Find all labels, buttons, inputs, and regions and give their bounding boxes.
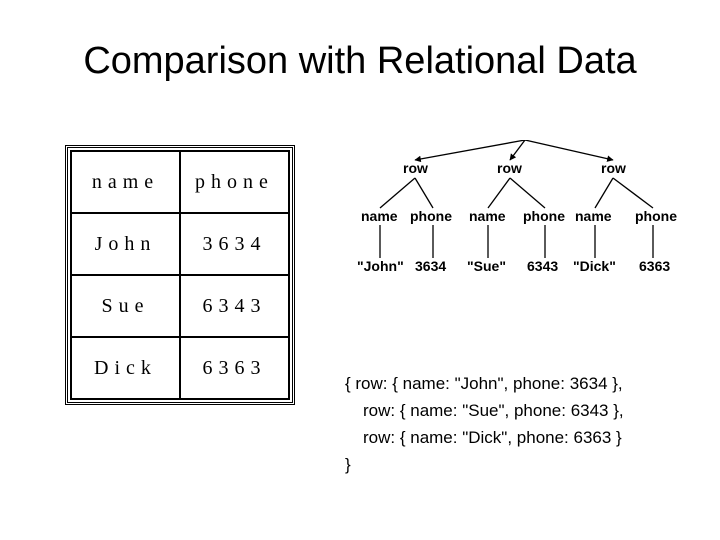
- tree-leaf-name: "John": [357, 258, 404, 274]
- tree-leaf-name: "Sue": [467, 258, 506, 274]
- tree-leaf-name: "Dick": [573, 258, 616, 274]
- col-header-phone: phone: [180, 151, 289, 213]
- tree-phone-label: phone: [523, 208, 565, 224]
- cell-phone: 6363: [180, 337, 289, 399]
- table-row: Dick 6363: [71, 337, 289, 399]
- table-row: Sue 6343: [71, 275, 289, 337]
- cell-name: Dick: [71, 337, 180, 399]
- tree-phone-label: phone: [635, 208, 677, 224]
- cell-phone: 6343: [180, 275, 289, 337]
- tree-row-label: row: [497, 160, 522, 176]
- json-line: row: { name: "Sue", phone: 6343 },: [345, 397, 624, 424]
- page-title: Comparison with Relational Data: [0, 40, 720, 83]
- json-line: row: { name: "Dick", phone: 6363 }: [345, 424, 624, 451]
- json-line: { row: { name: "John", phone: 3634 },: [345, 374, 623, 393]
- tree-diagram: row row row name phone name phone name p…: [345, 140, 705, 310]
- tree-phone-label: phone: [410, 208, 452, 224]
- slide: Comparison with Relational Data name pho…: [0, 0, 720, 540]
- json-line: }: [345, 455, 351, 474]
- tree-leaf-phone: 6343: [527, 258, 558, 274]
- cell-name: John: [71, 213, 180, 275]
- tree-name-label: name: [575, 208, 612, 224]
- table-row: John 3634: [71, 213, 289, 275]
- tree-leaf-phone: 3634: [415, 258, 446, 274]
- json-representation: { row: { name: "John", phone: 3634 }, ro…: [345, 370, 624, 478]
- tree-lines: [345, 140, 705, 310]
- tree-row-label: row: [601, 160, 626, 176]
- tree-name-label: name: [361, 208, 398, 224]
- tree-row-label: row: [403, 160, 428, 176]
- tree-name-label: name: [469, 208, 506, 224]
- col-header-name: name: [71, 151, 180, 213]
- tree-leaf-phone: 6363: [639, 258, 670, 274]
- relational-table: name phone John 3634 Sue 6343 Dick 6363: [70, 150, 290, 400]
- table-header-row: name phone: [71, 151, 289, 213]
- cell-name: Sue: [71, 275, 180, 337]
- cell-phone: 3634: [180, 213, 289, 275]
